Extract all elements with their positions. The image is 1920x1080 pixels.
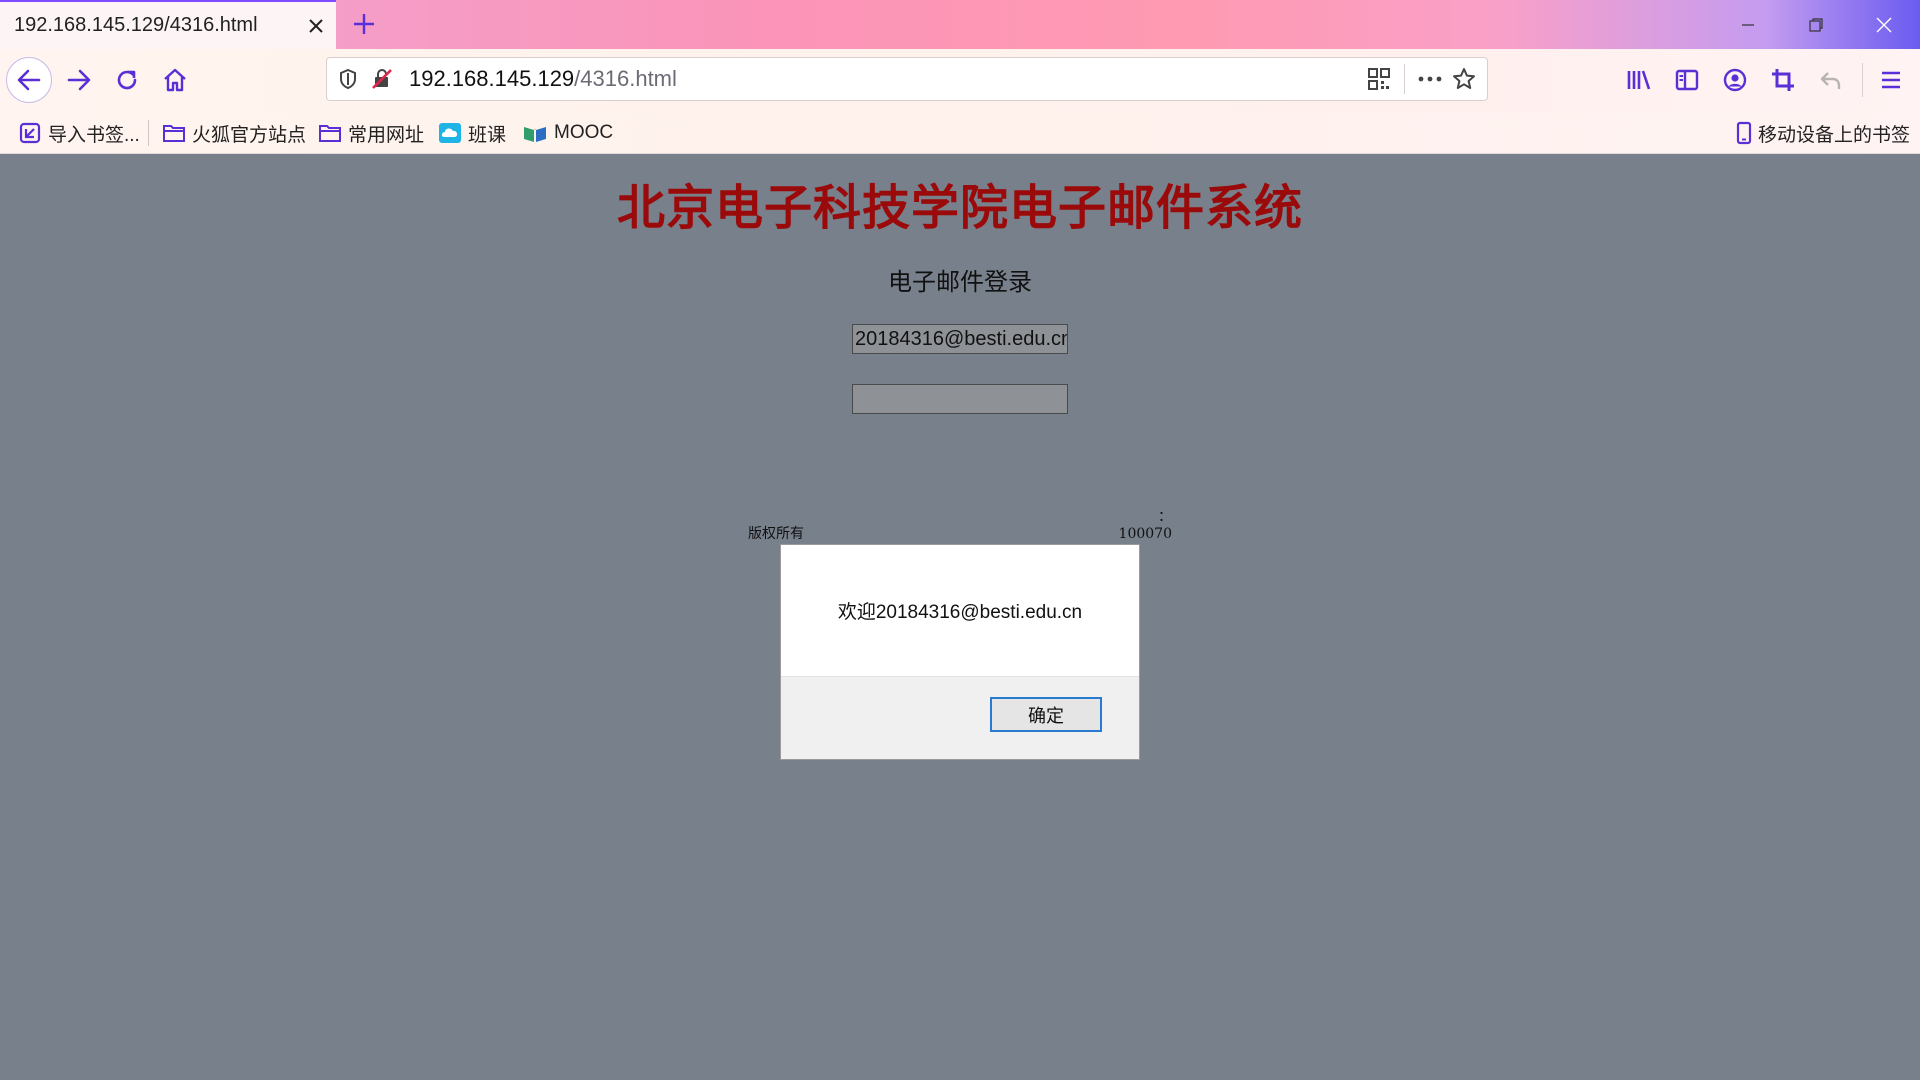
bookmark-folder-common[interactable]: 常用网址	[318, 120, 424, 146]
bookmark-mooc[interactable]: MOOC	[522, 120, 613, 146]
screenshot-crop-icon[interactable]	[1760, 57, 1806, 103]
page-content: 北京电子科技学院电子邮件系统 电子邮件登录 20184316@besti.edu…	[0, 154, 1920, 1080]
page-actions-icon[interactable]	[1413, 62, 1447, 96]
bookmark-star-icon[interactable]	[1447, 62, 1481, 96]
folder-icon	[163, 125, 185, 142]
bookmark-label: MOOC	[554, 122, 614, 143]
bookmark-label: 常用网址	[348, 124, 425, 146]
import-icon	[19, 122, 41, 144]
shield-icon[interactable]	[331, 62, 365, 96]
url-bar[interactable]: 192.168.145.129/4316.html	[326, 57, 1488, 101]
bookmark-separator	[148, 120, 149, 146]
bookmark-mobile[interactable]: 移动设备上的书签	[1736, 120, 1910, 146]
close-window-icon[interactable]	[1850, 0, 1918, 49]
tab-close-icon[interactable]	[296, 6, 336, 46]
alert-dialog: 欢迎20184316@besti.edu.cn 确定	[780, 544, 1140, 760]
sidebar-icon[interactable]	[1664, 57, 1710, 103]
home-icon[interactable]	[152, 57, 198, 103]
reload-icon[interactable]	[104, 57, 150, 103]
bookmarks-toolbar: 导入书签... 火狐官方站点 常用网址 班课 MOOC 移动设备上的书签	[0, 112, 1920, 154]
library-icon[interactable]	[1616, 57, 1662, 103]
browser-title-bar: 192.168.145.129/4316.html	[0, 0, 1920, 49]
bookmark-label: 导入书签...	[48, 124, 140, 146]
copyright-footer: 版权所有 ：100070	[0, 506, 1920, 543]
undo-icon	[1808, 57, 1854, 103]
back-icon[interactable]	[6, 57, 52, 103]
url-text[interactable]: 192.168.145.129/4316.html	[409, 66, 1362, 92]
new-tab-icon[interactable]	[346, 6, 382, 42]
insecure-connection-icon[interactable]	[365, 62, 399, 96]
email-field[interactable]: 20184316@besti.edu.cn	[852, 324, 1068, 354]
tab-title: 192.168.145.129/4316.html	[14, 14, 258, 36]
password-field[interactable]	[852, 384, 1068, 414]
page-heading: 北京电子科技学院电子邮件系统	[616, 180, 1303, 236]
qr-code-icon[interactable]	[1362, 62, 1396, 96]
folder-icon	[319, 125, 341, 142]
toolbar-divider	[1862, 63, 1863, 97]
minimize-icon[interactable]	[1714, 0, 1782, 49]
alert-footer: 确定	[781, 676, 1139, 759]
bookmark-class[interactable]: 班课	[438, 120, 506, 146]
menu-icon[interactable]	[1868, 57, 1914, 103]
bookmark-label: 班课	[468, 124, 507, 146]
url-bar-divider	[1404, 64, 1405, 94]
copyright-right-text: ：100070	[1118, 509, 1172, 542]
navigation-toolbar: 192.168.145.129/4316.html	[0, 49, 1920, 112]
alert-message: 欢迎20184316@besti.edu.cn	[837, 602, 1083, 623]
bookmark-import[interactable]: 导入书签...	[18, 120, 140, 146]
ok-button[interactable]: 确定	[990, 697, 1102, 732]
bookmark-label: 火狐官方站点	[192, 124, 307, 146]
login-title: 电子邮件登录	[888, 268, 1032, 296]
restore-icon[interactable]	[1782, 0, 1850, 49]
copyright-left-text: 版权所有	[748, 526, 804, 542]
bookmark-folder-firefox[interactable]: 火狐官方站点	[162, 120, 306, 146]
forward-icon[interactable]	[56, 57, 102, 103]
book-icon	[524, 127, 546, 142]
mobile-device-icon	[1736, 121, 1752, 145]
cloud-class-icon	[439, 123, 461, 143]
browser-tab[interactable]: 192.168.145.129/4316.html	[0, 0, 336, 49]
account-icon[interactable]	[1712, 57, 1758, 103]
bookmark-label: 移动设备上的书签	[1758, 124, 1911, 146]
